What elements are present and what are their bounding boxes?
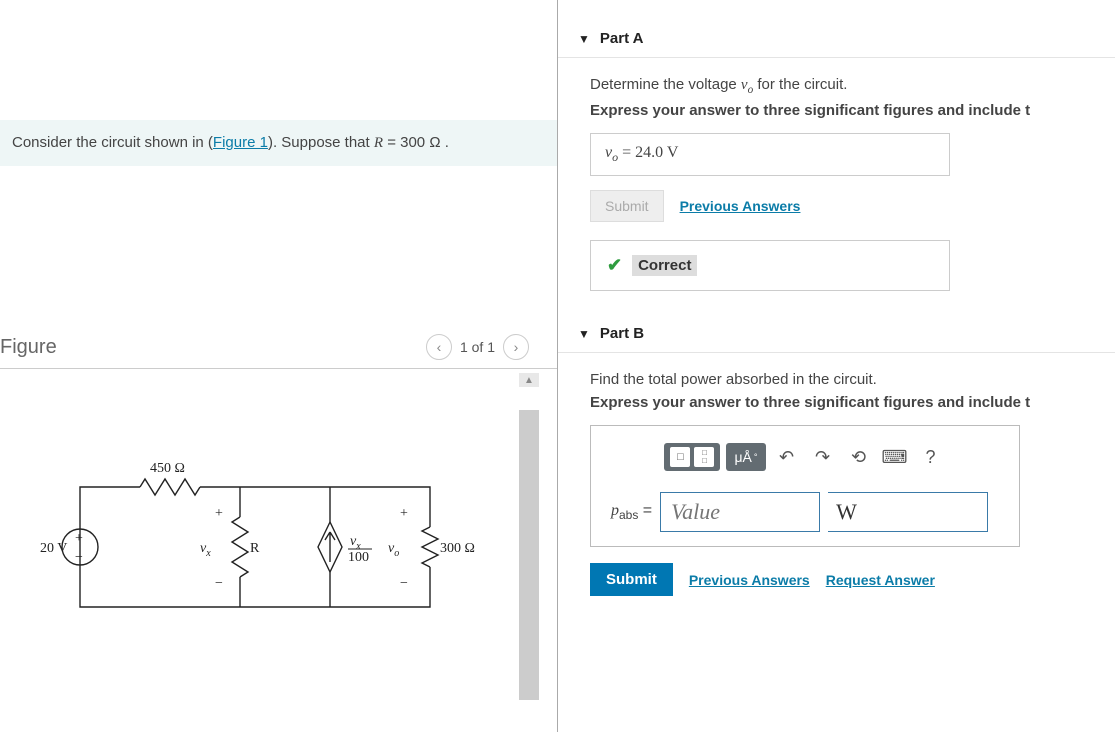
- problem-statement: Consider the circuit shown in (Figure 1)…: [0, 120, 557, 166]
- part-b-header[interactable]: ▼ Part B: [558, 315, 1115, 353]
- svg-text:−: −: [400, 576, 408, 591]
- collapse-icon: ▼: [578, 32, 590, 46]
- prev-figure-button[interactable]: ‹: [426, 334, 452, 360]
- part-a-feedback: ✔ Correct: [590, 240, 950, 291]
- help-icon[interactable]: ?: [916, 442, 946, 472]
- problem-text-suffix: ). Suppose that: [268, 134, 374, 151]
- part-a-body: Determine the voltage vo for the circuit…: [558, 58, 1115, 315]
- part-a-title: Part A: [600, 30, 644, 47]
- part-b-title: Part B: [600, 325, 644, 342]
- answer-variable: pabs =: [611, 502, 652, 522]
- template-tools-icon[interactable]: □ □□: [664, 443, 720, 471]
- right-column: ▼ Part A Determine the voltage vo for th…: [558, 0, 1115, 732]
- redo-icon[interactable]: ↷: [808, 442, 838, 472]
- part-b-prompt: Find the total power absorbed in the cir…: [590, 371, 1083, 388]
- svg-text:+: +: [75, 531, 83, 546]
- source-voltage: 20 V: [40, 541, 67, 556]
- vx-sub: x: [205, 548, 211, 559]
- part-b-body: Find the total power absorbed in the cir…: [558, 353, 1115, 638]
- scrollbar-thumb[interactable]: [519, 410, 539, 700]
- part-a-answer: vo = 24.0 V: [590, 133, 950, 176]
- part-a-submit-button: Submit: [590, 190, 664, 222]
- correct-label: Correct: [632, 255, 697, 276]
- figure-header: Figure ‹ 1 of 1 ›: [0, 326, 557, 369]
- figure-link[interactable]: Figure 1: [213, 134, 268, 151]
- figure-nav-label: 1 of 1: [460, 339, 495, 355]
- part-b-submit-button[interactable]: Submit: [590, 563, 673, 596]
- svg-text:vo: vo: [388, 541, 399, 559]
- part-b-subprompt: Express your answer to three significant…: [590, 394, 1083, 411]
- part-a-subprompt: Express your answer to three significant…: [590, 102, 1083, 119]
- check-icon: ✔: [607, 255, 622, 276]
- part-b-previous-answers-link[interactable]: Previous Answers: [689, 572, 810, 588]
- reset-icon[interactable]: ⟲: [844, 442, 874, 472]
- problem-var: R: [374, 135, 383, 151]
- scroll-up-icon[interactable]: ▲: [519, 373, 539, 387]
- request-answer-link[interactable]: Request Answer: [826, 572, 935, 588]
- circuit-figure: 450 Ω + − 20 V R + − vx vx 100: [0, 387, 557, 710]
- vo-sub: o: [394, 548, 399, 559]
- keyboard-icon[interactable]: ⌨: [880, 442, 910, 472]
- part-a-previous-answers-link[interactable]: Previous Answers: [680, 198, 801, 214]
- units-button[interactable]: μÅ°: [726, 443, 765, 471]
- collapse-icon: ▼: [578, 327, 590, 341]
- part-a-header[interactable]: ▼ Part A: [558, 20, 1115, 58]
- r-right-label: 300 Ω: [440, 541, 475, 556]
- problem-text-prefix: Consider the circuit shown in (: [12, 134, 213, 151]
- editor-toolbar: □ □□ μÅ° ↶ ↷ ⟲ ⌨ ?: [601, 436, 1009, 478]
- figure-nav: ‹ 1 of 1 ›: [426, 334, 549, 360]
- r1-label: 450 Ω: [150, 461, 185, 476]
- next-figure-button[interactable]: ›: [503, 334, 529, 360]
- figure-heading: Figure: [0, 336, 57, 359]
- svg-text:−: −: [215, 576, 223, 591]
- part-a-prompt: Determine the voltage vo for the circuit…: [590, 76, 1083, 96]
- value-input[interactable]: [660, 492, 820, 532]
- problem-equals: = 300 Ω .: [383, 134, 449, 151]
- r-mid-label: R: [250, 541, 260, 556]
- answer-input-row: pabs =: [601, 488, 1009, 536]
- svg-text:+: +: [215, 506, 223, 521]
- answer-editor: □ □□ μÅ° ↶ ↷ ⟲ ⌨ ? pabs =: [590, 425, 1020, 547]
- undo-icon[interactable]: ↶: [772, 442, 802, 472]
- dep-denom: 100: [348, 550, 369, 565]
- svg-text:vx: vx: [200, 541, 211, 559]
- svg-text:+: +: [400, 506, 408, 521]
- left-column: Consider the circuit shown in (Figure 1)…: [0, 0, 558, 732]
- unit-input[interactable]: [828, 492, 988, 532]
- svg-text:−: −: [75, 550, 83, 565]
